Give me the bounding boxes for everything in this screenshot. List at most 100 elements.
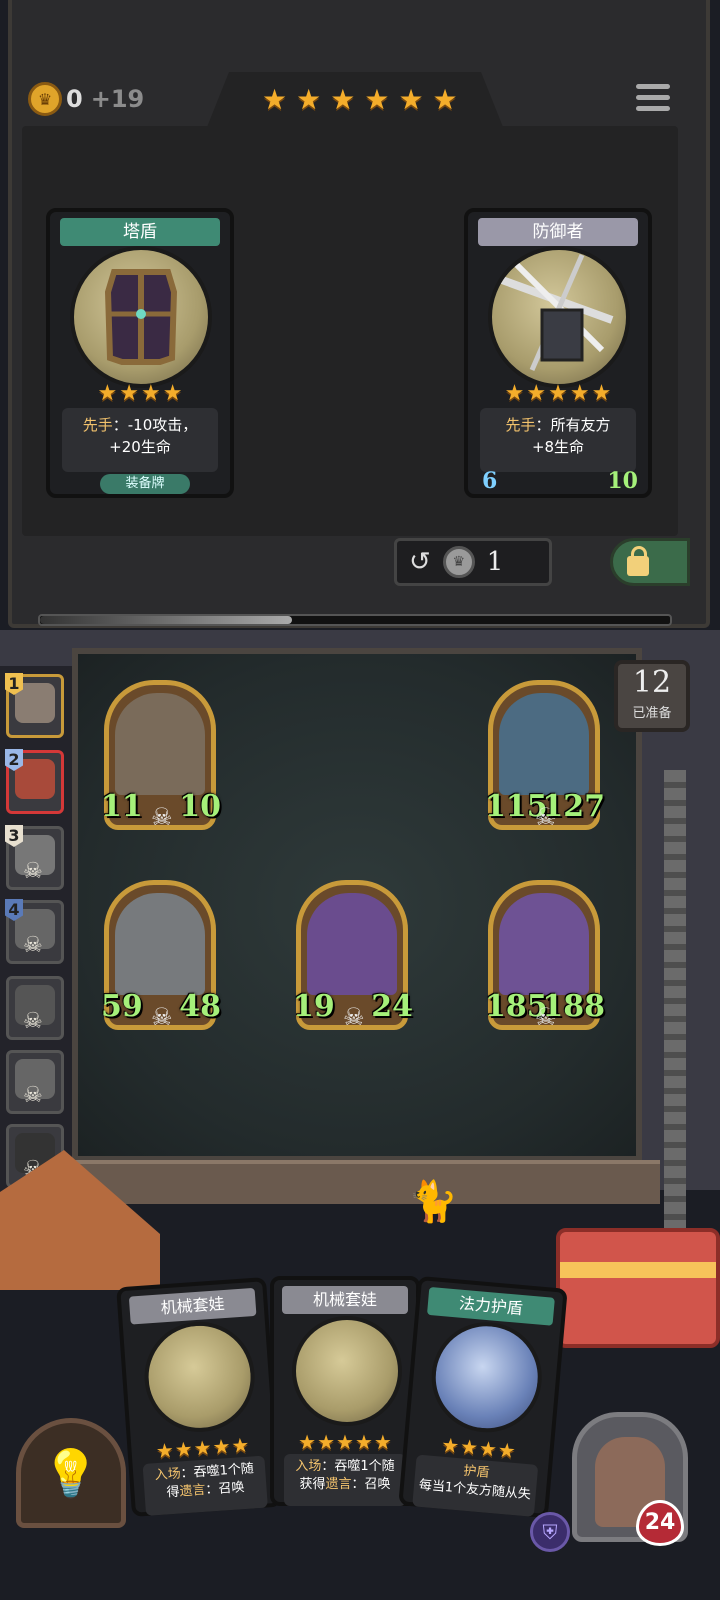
skull-icon: ☠ — [151, 1003, 173, 1031]
refresh-cost: 1 — [486, 547, 504, 577]
star-icon: ★ — [364, 83, 390, 116]
board-shelf — [60, 1160, 660, 1204]
star-icon: ★ — [496, 1437, 517, 1464]
gold-amount: 0 — [66, 85, 83, 113]
board-minion[interactable]: 11 ☠ 10 — [101, 680, 221, 831]
board-minion[interactable]: 185 ☠ 188 — [485, 880, 605, 1031]
star-icon: ★ — [192, 1435, 213, 1461]
board-minion[interactable]: 115 ☠ 127 — [485, 680, 605, 831]
menu-icon — [636, 84, 670, 89]
mech-doll-art — [292, 1316, 402, 1426]
minion-health: 127 — [542, 789, 605, 824]
lightbulb-icon: 💡 — [42, 1445, 100, 1500]
minion-attack: 19 — [293, 989, 335, 1024]
skull-icon: ☠ — [343, 1003, 365, 1031]
skull-icon: ☠ — [23, 859, 43, 884]
card-title: 机械套娃 — [282, 1286, 408, 1314]
star-icon: ★ — [336, 1430, 354, 1454]
freeze-button[interactable] — [610, 538, 690, 586]
star-icon: ★ — [432, 83, 458, 116]
card-attack: 6 — [482, 468, 498, 494]
skull-icon: ☠ — [151, 803, 173, 831]
board-minion[interactable]: 19 ☠ 24 — [293, 880, 413, 1031]
ready-label: 已准备 — [632, 706, 672, 721]
minion-art — [499, 893, 589, 995]
leaderboard-hero[interactable]: ☠ 4 — [5, 899, 64, 964]
star-icon: ★ — [298, 1430, 317, 1454]
minion-art — [307, 893, 397, 995]
leaderboard-hero[interactable]: 2 — [5, 749, 64, 814]
star-icon: ★ — [119, 381, 139, 406]
card-title: 机械套娃 — [128, 1287, 257, 1325]
star-icon: ★ — [548, 381, 568, 406]
gold-counter: ♛ 0 +19 — [28, 82, 144, 116]
star-icon: ★ — [154, 1437, 175, 1464]
star-icon: ★ — [173, 1436, 194, 1462]
gold-income: +19 — [90, 85, 145, 113]
star-icon: ★ — [141, 381, 161, 406]
card-description: 入场：吞噬1个随 获得遗言：召唤 — [284, 1454, 406, 1506]
card-stars: ★ ★ ★ ★ — [50, 380, 230, 408]
star-icon: ★ — [262, 83, 288, 116]
gift-box-decoration — [556, 1228, 720, 1348]
card-title: 法力护盾 — [426, 1286, 555, 1326]
minion-health: 10 — [179, 789, 221, 824]
tower-shield-art — [70, 246, 212, 388]
star-icon: ★ — [459, 1434, 480, 1460]
minion-health: 48 — [179, 989, 221, 1024]
skull-icon: ☠ — [23, 933, 43, 958]
leaderboard-hero[interactable]: ☠ 3 — [5, 825, 64, 890]
cost-coin-icon: ♛ — [442, 546, 475, 578]
star-icon: ★ — [504, 381, 525, 406]
minion-attack: 11 — [101, 789, 143, 824]
board-minion[interactable]: 59 ☠ 48 — [101, 880, 221, 1031]
cat-icon: 🐈 — [408, 1179, 458, 1225]
star-icon: ★ — [569, 381, 590, 406]
leaderboard-hero[interactable]: 1 — [5, 673, 64, 738]
card-title: 塔盾 — [60, 218, 220, 246]
player-health: 24 — [636, 1500, 684, 1546]
tavern-tier-stars: ★ ★ ★ ★ ★ ★ — [262, 86, 458, 114]
star-icon: ★ — [230, 1432, 251, 1458]
star-icon: ★ — [398, 83, 424, 116]
star-icon: ★ — [526, 381, 547, 406]
star-icon: ★ — [97, 381, 118, 406]
hand-card[interactable]: 机械套娃 ★ ★ ★ ★ ★ 入场：吞噬1个随 获得遗言：召唤 — [270, 1276, 420, 1506]
star-icon: ★ — [591, 381, 612, 406]
minion-art — [115, 693, 205, 795]
lock-icon — [627, 546, 649, 576]
card-stars: ★ ★ ★ ★ ★ — [468, 380, 648, 408]
card-stars: ★ ★ ★ ★ ★ — [274, 1428, 416, 1456]
card-description: 先手：所有友方 +8生命 — [480, 408, 636, 472]
star-icon: ★ — [354, 1430, 373, 1454]
hint-lamp-button[interactable]: 💡 — [16, 1418, 126, 1528]
star-icon: ★ — [373, 1430, 392, 1454]
refresh-button[interactable]: ↺ ♛ 1 — [394, 538, 552, 586]
hand-card[interactable]: 法力护盾 ★ ★ ★ ★ 护盾 每当1个友方随从失 — [398, 1275, 568, 1519]
mana-shield-art — [427, 1317, 547, 1437]
menu-button[interactable] — [636, 84, 670, 116]
minion-health: 24 — [371, 989, 413, 1024]
star-icon: ★ — [440, 1432, 461, 1459]
skull-icon: ☠ — [23, 1083, 43, 1108]
gold-coin-icon: ♛ — [28, 82, 62, 116]
minion-art — [115, 893, 205, 995]
equipment-tag: 装备牌 — [100, 474, 190, 494]
shop-card-defender[interactable]: 防御者 ★ ★ ★ ★ ★ 先手：所有友方 +8生命 6 10 — [464, 208, 652, 498]
hand-card[interactable]: 机械套娃 ★ ★ ★ ★ ★ 入场：吞噬1个随 得遗言：召唤 — [116, 1277, 282, 1517]
armor-shield-icon: ⛨ — [530, 1512, 570, 1552]
star-icon: ★ — [162, 381, 183, 406]
ready-counter: 12 已准备 — [614, 660, 690, 732]
star-icon: ★ — [478, 1435, 498, 1462]
shop-card-tower-shield[interactable]: 塔盾 ★ ★ ★ ★ 先手：-10攻击， +20生命 装备牌 — [46, 208, 234, 498]
card-description: 入场：吞噬1个随 得遗言：召唤 — [142, 1455, 268, 1516]
leaderboard-hero[interactable]: ☠ — [6, 1050, 64, 1114]
card-title: 防御者 — [478, 218, 638, 246]
refresh-icon: ↺ — [409, 547, 431, 577]
star-icon: ★ — [296, 83, 322, 116]
pillar-decoration — [664, 770, 686, 1250]
star-icon: ★ — [330, 83, 356, 116]
ready-count: 12 — [632, 665, 672, 700]
leaderboard-hero[interactable]: ☠ — [6, 976, 64, 1040]
minion-attack: 59 — [101, 989, 143, 1024]
